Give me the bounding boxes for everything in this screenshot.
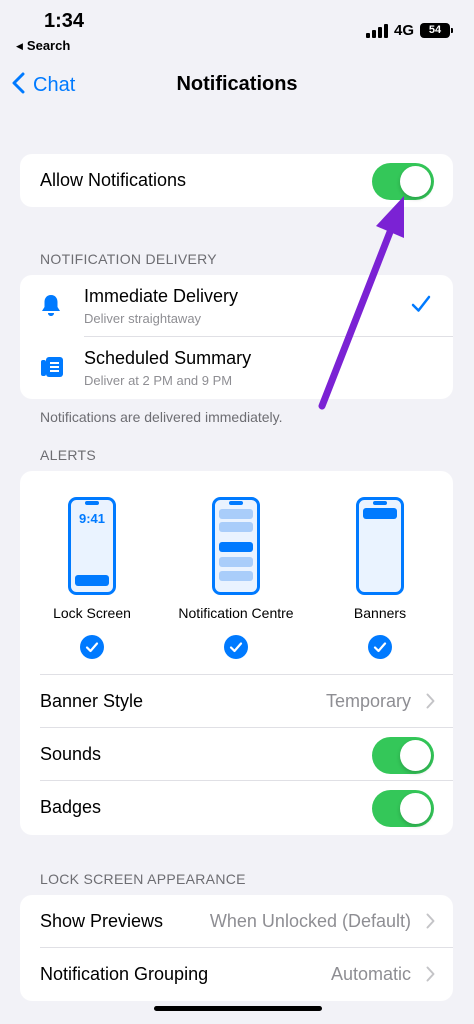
toggle-knob [400, 166, 431, 197]
immediate-delivery-subtitle: Deliver straightaway [84, 311, 202, 326]
toggle-knob [400, 740, 431, 771]
sounds-row: Sounds [20, 728, 453, 781]
banner-style-label: Banner Style [40, 691, 144, 711]
chevron-right-icon [426, 693, 435, 709]
alert-option-lock-screen[interactable]: 9:41 Lock Screen [20, 471, 167, 659]
delivery-option-immediate[interactable]: Immediate Delivery Deliver straightaway [20, 275, 453, 337]
bell-icon [42, 295, 60, 316]
scheduled-summary-subtitle: Deliver at 2 PM and 9 PM [84, 373, 233, 388]
banner-style-row[interactable]: Banner Style Temporary [20, 675, 453, 728]
lock-screen-card: Show Previews When Unlocked (Default) No… [20, 895, 453, 1001]
allow-notifications-toggle[interactable] [372, 163, 434, 200]
show-previews-row[interactable]: Show Previews When Unlocked (Default) [20, 895, 453, 948]
alert-option-banners[interactable]: Banners [305, 471, 453, 659]
status-bar: 1:34 ◀ Search 4G 54 [0, 0, 474, 60]
battery-icon: 54 [420, 23, 453, 38]
lock-screen-label: Lock Screen [53, 605, 131, 621]
toggle-knob [400, 793, 431, 824]
navigation-bar: Chat Notifications [0, 66, 474, 106]
delivery-option-scheduled[interactable]: Scheduled Summary Deliver at 2 PM and 9 … [20, 337, 453, 399]
chevron-right-icon [426, 913, 435, 929]
lock-screen-check-icon [80, 635, 104, 659]
sounds-label: Sounds [40, 744, 102, 764]
delivery-section-header: NOTIFICATION DELIVERY [40, 251, 217, 267]
lock-screen-section-header: LOCK SCREEN APPEARANCE [40, 871, 246, 887]
scheduled-summary-icon [41, 357, 63, 377]
alerts-section-header: ALERTS [40, 447, 97, 463]
alerts-card: 9:41 Lock Screen Notification Centre Ban… [20, 471, 453, 835]
back-triangle-icon: ◀ [16, 41, 23, 51]
status-time: 1:34 [44, 10, 85, 32]
notification-grouping-label: Notification Grouping [40, 964, 209, 984]
alert-option-notification-centre[interactable]: Notification Centre [161, 471, 311, 659]
badges-toggle[interactable] [372, 790, 434, 827]
delivery-footer-note: Notifications are delivered immediately. [40, 409, 283, 425]
cellular-signal-icon [366, 24, 388, 38]
badges-label: Badges [40, 797, 102, 817]
chevron-right-icon [426, 966, 435, 982]
sounds-toggle[interactable] [372, 737, 434, 774]
checkmark-icon [411, 295, 431, 312]
immediate-delivery-title: Immediate Delivery [84, 286, 239, 306]
banner-style-value: Temporary [325, 691, 411, 711]
show-previews-value: When Unlocked (Default) [209, 911, 411, 931]
badges-row: Badges [20, 781, 453, 834]
allow-notifications-label: Allow Notifications [40, 170, 187, 190]
notification-grouping-value: Automatic [330, 964, 411, 984]
scheduled-summary-title: Scheduled Summary [84, 348, 252, 368]
banners-phone-icon [356, 497, 404, 595]
notification-centre-check-icon [224, 635, 248, 659]
show-previews-label: Show Previews [40, 911, 164, 931]
alert-styles-row: 9:41 Lock Screen Notification Centre Ban… [20, 471, 453, 675]
page-title: Notifications [176, 73, 298, 95]
notification-centre-phone-icon [212, 497, 260, 595]
back-to-app-link[interactable]: ◀ Search [16, 38, 70, 53]
notification-centre-label: Notification Centre [178, 605, 294, 621]
network-type: 4G [394, 22, 415, 39]
back-app-label: Search [26, 38, 71, 53]
notification-grouping-row[interactable]: Notification Grouping Automatic [20, 948, 453, 1001]
banners-check-icon [368, 635, 392, 659]
lock-screen-preview-time: 9:41 [78, 511, 106, 526]
home-indicator[interactable] [154, 1006, 322, 1011]
banners-label: Banners [353, 605, 407, 621]
allow-notifications-card: Allow Notifications [20, 154, 453, 207]
delivery-card: Immediate Delivery Deliver straightaway … [20, 275, 453, 399]
